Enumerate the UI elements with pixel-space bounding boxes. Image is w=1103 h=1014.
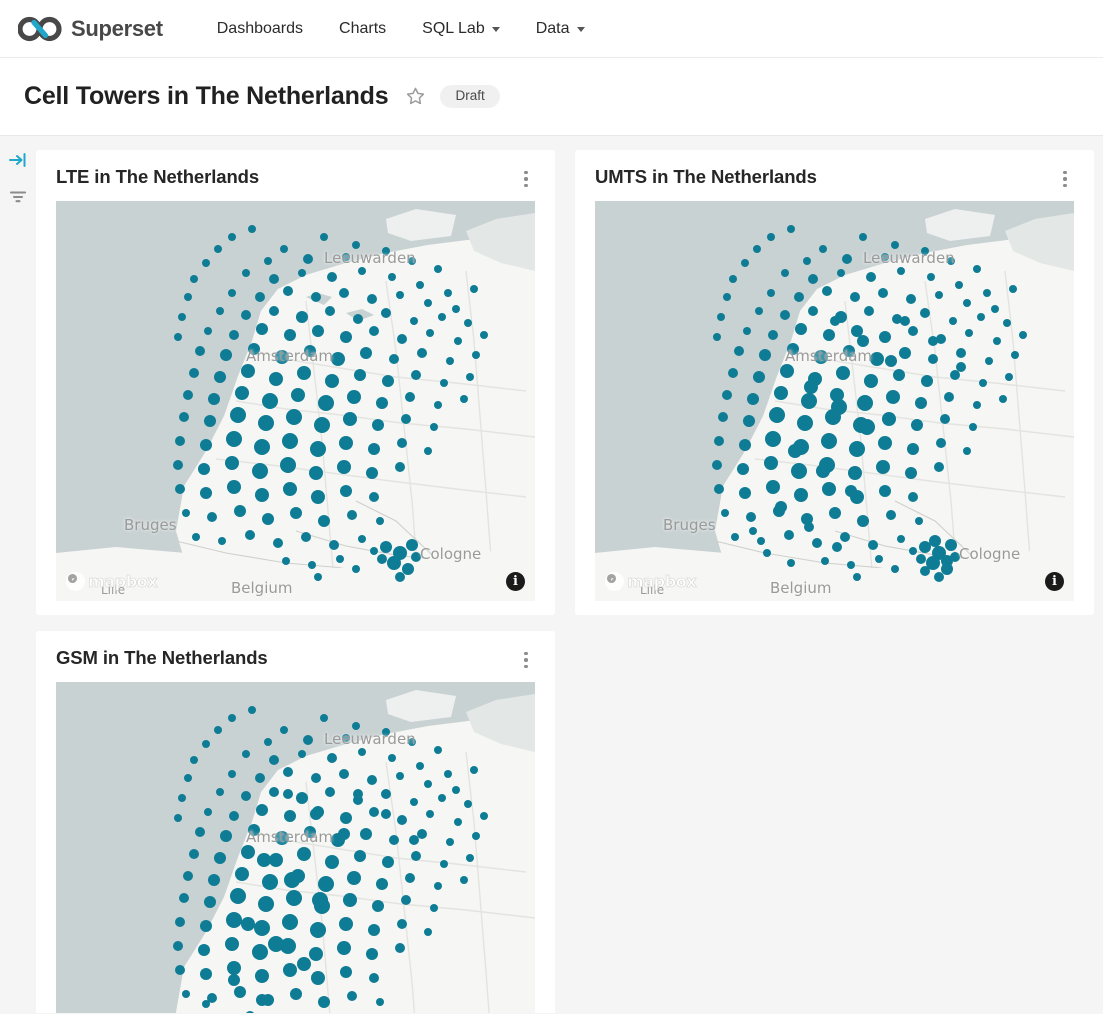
- map-info-icon[interactable]: i: [1045, 572, 1064, 591]
- map-canvas-umts[interactable]: Bremen Leeuwarden Amsterdam Bruges Belgi…: [595, 201, 1074, 601]
- more-vertical-icon-dot: [524, 651, 528, 656]
- mapbox-mark-icon: [66, 572, 85, 591]
- chart-card-gsm: GSM in The Netherlands Leeuwarden Amster…: [36, 631, 555, 1013]
- more-vertical-icon-dot: [1063, 170, 1067, 175]
- more-vertical-icon-dot: [1063, 177, 1067, 181]
- page-title: Cell Towers in The Netherlands: [24, 82, 389, 110]
- brand-name: Superset: [71, 15, 163, 41]
- more-vertical-icon-dot: [524, 177, 528, 181]
- chart-title: LTE in The Netherlands: [56, 166, 260, 187]
- nav-item-sql-lab[interactable]: SQL Lab: [404, 0, 518, 58]
- nav-item-label: Data: [535, 19, 570, 37]
- nav-item-data[interactable]: Data: [518, 0, 603, 58]
- chevron-down-icon: [576, 27, 585, 32]
- mapbox-logo[interactable]: mapbox: [66, 572, 158, 592]
- nav-item-charts[interactable]: Charts: [321, 0, 404, 58]
- chart-menu-button[interactable]: [517, 649, 535, 671]
- dashboard-row: GSM in The Netherlands Leeuwarden Amster…: [36, 631, 1103, 1013]
- dashboard-row: LTE in The Netherlands Leeuwarden Amster…: [36, 150, 1103, 615]
- nav-item-label: Dashboards: [216, 19, 304, 37]
- brand-home-link[interactable]: Superset: [18, 16, 163, 42]
- chart-card-umts: UMTS in The Netherlands Leeuwarden Amste…: [575, 150, 1094, 615]
- celltower-dots-lte: [173, 225, 488, 582]
- filter-icon[interactable]: [8, 187, 28, 207]
- nav-item-label: Charts: [339, 19, 387, 37]
- dashboard-header: Cell Towers in The Netherlands Draft: [0, 58, 1103, 136]
- celltower-dots-umts: [712, 225, 1027, 582]
- chart-card-header: GSM in The Netherlands: [56, 647, 535, 682]
- mapbox-mark-icon: [605, 572, 624, 591]
- mapbox-wordmark: mapbox: [88, 572, 158, 592]
- chart-title: UMTS in The Netherlands: [595, 166, 817, 187]
- expand-panel-arrow-icon[interactable]: [8, 150, 28, 170]
- dashboard-grid: LTE in The Netherlands Leeuwarden Amster…: [36, 136, 1103, 1013]
- map-canvas-lte[interactable]: Bremen Leeuwarden Amsterdam Bruges Belgi…: [56, 201, 535, 601]
- nav-item-label: SQL Lab: [422, 19, 485, 37]
- more-vertical-icon-dot: [1063, 183, 1067, 188]
- more-vertical-icon-dot: [524, 183, 528, 188]
- more-vertical-icon-dot: [524, 658, 528, 662]
- star-outline-icon: [406, 87, 425, 105]
- left-rail: [0, 136, 36, 1013]
- chart-menu-button[interactable]: [517, 168, 535, 190]
- nav-item-dashboards[interactable]: Dashboards: [199, 0, 321, 58]
- chevron-down-icon: [491, 27, 500, 32]
- map-info-icon[interactable]: i: [506, 572, 525, 591]
- more-vertical-icon-dot: [524, 170, 528, 175]
- chart-title: GSM in The Netherlands: [56, 647, 268, 668]
- top-navbar: Superset Dashboards Charts SQL Lab Data: [0, 0, 1103, 58]
- favorite-star-button[interactable]: [404, 86, 426, 108]
- chart-menu-button[interactable]: [1056, 168, 1074, 190]
- dashboard-body: LTE in The Netherlands Leeuwarden Amster…: [0, 136, 1103, 1013]
- status-badge: Draft: [440, 85, 500, 108]
- nav-menu: Dashboards Charts SQL Lab Data: [199, 0, 603, 58]
- chart-card-header: LTE in The Netherlands: [56, 166, 535, 201]
- celltower-dots-gsm: [173, 706, 488, 1013]
- chart-card-header: UMTS in The Netherlands: [595, 166, 1074, 201]
- mapbox-wordmark: mapbox: [627, 572, 697, 592]
- more-vertical-icon-dot: [524, 664, 528, 669]
- superset-infinity-logo-icon: [18, 16, 62, 41]
- mapbox-logo[interactable]: mapbox: [605, 572, 697, 592]
- map-canvas-gsm[interactable]: Bremen Leeuwarden Amsterdam: [56, 682, 535, 1013]
- chart-card-lte: LTE in The Netherlands Leeuwarden Amster…: [36, 150, 555, 615]
